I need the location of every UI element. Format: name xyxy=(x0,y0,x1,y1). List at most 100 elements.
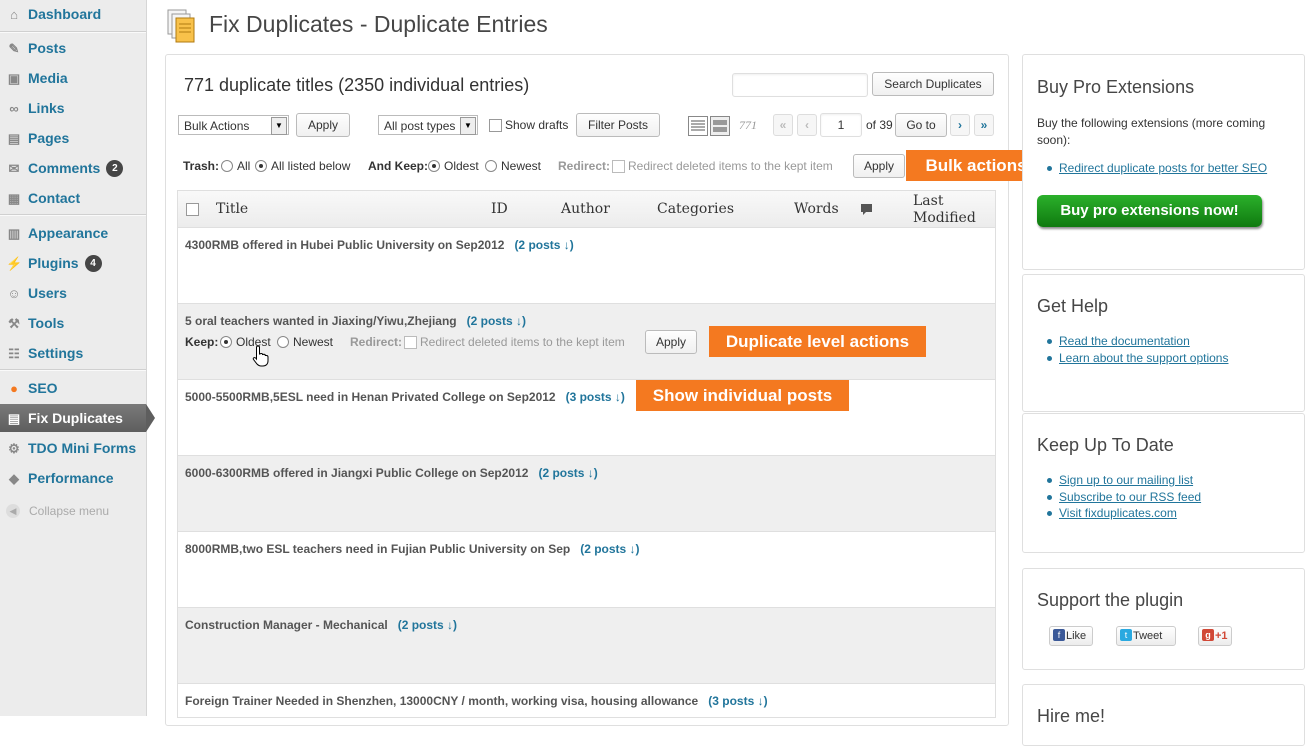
column-id[interactable]: ID xyxy=(491,201,508,217)
column-last-modified-line2[interactable]: Modified xyxy=(913,210,976,226)
bulk-trash-apply-button[interactable]: Apply xyxy=(853,154,905,178)
last-page-button[interactable]: » xyxy=(974,114,994,136)
settings-icon: ☷ xyxy=(8,346,20,361)
redirect-extension-link[interactable]: Redirect duplicate posts for better SEO xyxy=(1045,160,1267,177)
comments-icon: ✉ xyxy=(8,161,20,176)
media-icon: ▣ xyxy=(7,71,21,86)
column-categories[interactable]: Categories xyxy=(657,201,734,217)
sidebar-item-contact[interactable]: ▦ Contact xyxy=(0,184,146,212)
excerpt-view-icon[interactable] xyxy=(710,116,730,136)
page-title-icon xyxy=(167,9,195,43)
buy-pro-button[interactable]: Buy pro extensions now! xyxy=(1037,195,1262,227)
plugins-count-badge: 4 xyxy=(84,254,102,272)
appearance-icon: ▥ xyxy=(7,226,21,241)
goto-page-button[interactable]: Go to xyxy=(895,113,947,137)
buy-pro-text: Buy the following extensions (more comin… xyxy=(1037,116,1266,147)
sidebar-item-tools[interactable]: ⚒ Tools xyxy=(0,309,146,337)
show-posts-toggle[interactable]: (2 posts ↓) xyxy=(514,238,573,252)
sidebar-item-pages[interactable]: ▤ Pages xyxy=(0,124,146,152)
row-keep-oldest-radio[interactable] xyxy=(220,336,232,348)
sidebar-item-users[interactable]: ☺ Users xyxy=(0,279,146,307)
trash-all-radio[interactable] xyxy=(221,160,233,172)
sidebar-item-fix-duplicates[interactable]: ▤ Fix Duplicates xyxy=(0,404,155,432)
documentation-link[interactable]: Read the documentation xyxy=(1045,333,1228,350)
support-box xyxy=(1022,568,1305,670)
current-page-input[interactable]: 1 xyxy=(820,113,862,137)
row-keep-newest-radio[interactable] xyxy=(277,336,289,348)
bulk-apply-button[interactable]: Apply xyxy=(296,113,350,137)
column-author[interactable]: Author xyxy=(561,201,610,217)
support-options-link[interactable]: Learn about the support options xyxy=(1045,350,1228,367)
sidebar-item-label: Tools xyxy=(28,315,65,331)
sidebar-item-media[interactable]: ▣ Media xyxy=(0,64,146,92)
tweet-button[interactable]: t Tweet xyxy=(1116,626,1176,646)
row-redirect-checkbox[interactable] xyxy=(404,336,417,349)
performance-icon: ◆ xyxy=(9,471,19,486)
bulk-actions-select[interactable]: Bulk Actions ▼ xyxy=(178,115,289,135)
rss-feed-link[interactable]: Subscribe to our RSS feed xyxy=(1045,489,1201,506)
sidebar-item-settings[interactable]: ☷ Settings xyxy=(0,339,146,367)
sidebar-item-performance[interactable]: ◆ Performance xyxy=(0,464,146,492)
sidebar-item-tdo-mini-forms[interactable]: ⚙ TDO Mini Forms xyxy=(0,434,146,462)
show-posts-toggle[interactable]: (2 posts ↓) xyxy=(538,466,597,480)
sidebar-item-label: Performance xyxy=(28,470,114,486)
column-title[interactable]: Title xyxy=(216,201,248,217)
select-all-checkbox[interactable] xyxy=(186,203,199,216)
hire-heading: Hire me! xyxy=(1037,706,1106,726)
post-types-value: All post types xyxy=(384,119,456,133)
facebook-like-button[interactable]: f Like xyxy=(1049,626,1093,646)
comments-count-badge: 2 xyxy=(106,159,124,177)
duplicates-summary: 771 duplicate titles (2350 individual en… xyxy=(184,75,530,95)
redirect-checkbox[interactable] xyxy=(612,160,625,173)
sidebar-item-appearance[interactable]: ▥ Appearance xyxy=(0,219,146,247)
sidebar-item-label: TDO Mini Forms xyxy=(28,440,137,456)
sidebar-item-comments[interactable]: ✉ Comments 2 xyxy=(0,154,146,182)
keep-oldest-radio[interactable] xyxy=(428,160,440,172)
sidebar-item-dashboard[interactable]: ⌂ Dashboard xyxy=(0,0,146,28)
list-view-icon[interactable] xyxy=(688,116,708,136)
prev-page-button[interactable]: ‹ xyxy=(797,114,817,136)
first-page-button[interactable]: « xyxy=(773,114,793,136)
show-drafts-checkbox[interactable] xyxy=(489,119,502,132)
duplicates-table: Title ID Author Categories Words Last Mo… xyxy=(177,190,996,718)
show-posts-toggle[interactable]: (2 posts ↓) xyxy=(580,542,639,556)
column-last-modified-line1[interactable]: Last xyxy=(913,193,943,209)
bulk-actions-value: Bulk Actions xyxy=(184,119,250,133)
column-words[interactable]: Words xyxy=(794,201,839,217)
sidebar-item-label: Settings xyxy=(28,345,84,361)
search-input[interactable] xyxy=(732,73,868,97)
google-plusone-button[interactable]: g +1 xyxy=(1198,626,1232,646)
trash-all-listed-radio[interactable] xyxy=(255,160,267,172)
collapse-menu-button[interactable]: ◀ Collapse menu xyxy=(0,500,146,522)
mailing-list-link[interactable]: Sign up to our mailing list xyxy=(1045,472,1201,489)
sidebar-item-posts[interactable]: ✎ Posts xyxy=(0,34,146,62)
hand-cursor-icon xyxy=(252,345,269,367)
next-page-button[interactable]: › xyxy=(950,114,970,136)
show-posts-toggle[interactable]: (3 posts ↓) xyxy=(566,390,625,404)
sidebar-item-label: Media xyxy=(28,70,68,86)
row-apply-button[interactable]: Apply xyxy=(645,330,697,354)
sidebar-item-seo[interactable]: ● SEO xyxy=(0,374,146,402)
keep-newest-radio[interactable] xyxy=(485,160,497,172)
dashboard-icon: ⌂ xyxy=(10,7,18,22)
search-duplicates-button[interactable]: Search Duplicates xyxy=(872,72,994,96)
table-header: Title ID Author Categories Words Last Mo… xyxy=(178,191,995,228)
visit-site-link[interactable]: Visit fixduplicates.com xyxy=(1045,505,1201,522)
show-posts-toggle[interactable]: (2 posts ↓) xyxy=(467,314,526,328)
show-posts-toggle[interactable]: (3 posts ↓) xyxy=(708,694,767,708)
trash-all-listed-label: All listed below xyxy=(271,159,351,173)
show-posts-toggle[interactable]: (2 posts ↓) xyxy=(398,618,457,632)
sidebar-item-label: Users xyxy=(28,285,67,301)
post-types-select[interactable]: All post types ▼ xyxy=(378,115,478,135)
sidebar-item-label: Appearance xyxy=(28,225,109,241)
sidebar-item-links[interactable]: ∞ Links xyxy=(0,94,146,122)
sidebar-item-label: Plugins 4 xyxy=(28,249,102,277)
keep-newest-label: Newest xyxy=(501,159,542,173)
get-help-links: Read the documentation Learn about the s… xyxy=(1045,333,1228,366)
collapse-arrow-icon: ◀ xyxy=(6,504,20,518)
contact-icon: ▦ xyxy=(7,191,21,206)
posts-icon: ✎ xyxy=(8,41,20,56)
sidebar-item-plugins[interactable]: ⚡ Plugins 4 xyxy=(0,249,146,277)
duplicate-title-text: 6000-6300RMB offered in Jiangxi Public C… xyxy=(185,466,529,480)
filter-posts-button[interactable]: Filter Posts xyxy=(576,113,660,137)
